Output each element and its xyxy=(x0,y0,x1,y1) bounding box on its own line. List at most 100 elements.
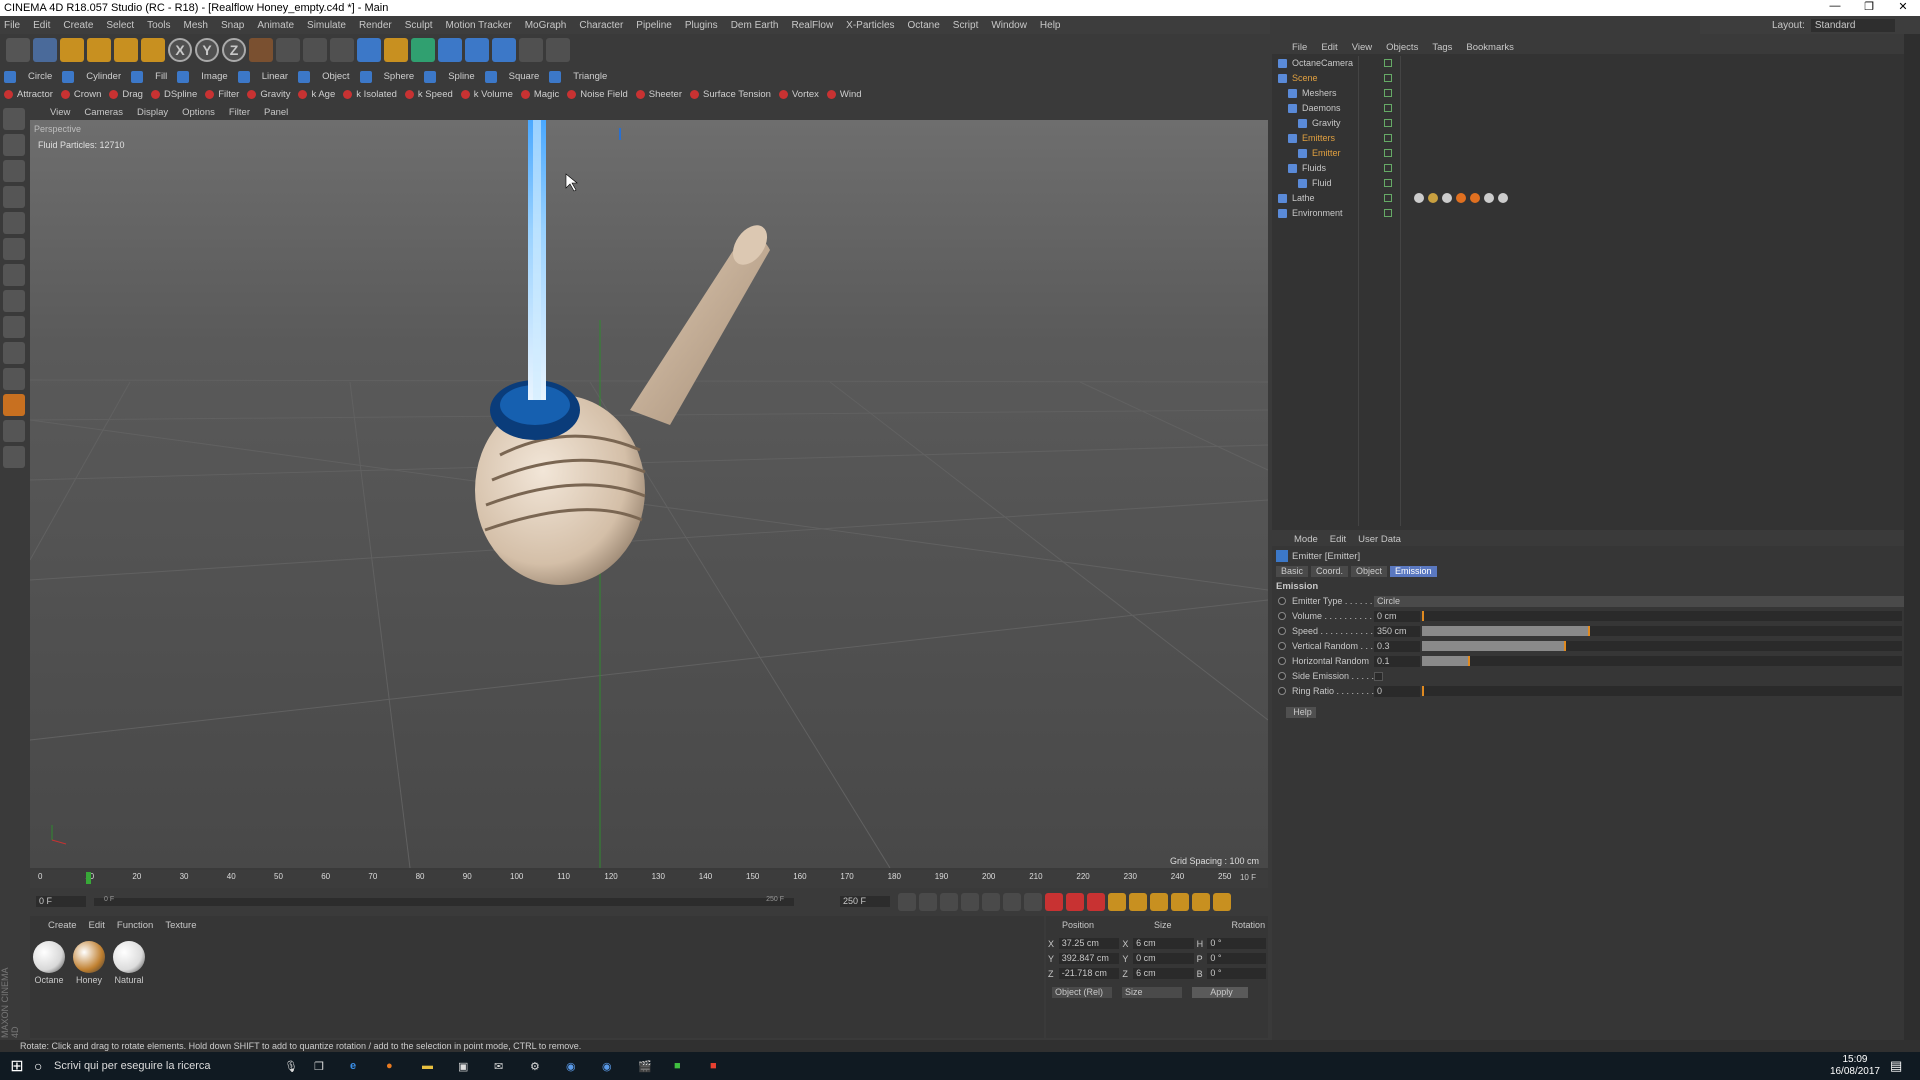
render-settings-tool-icon[interactable] xyxy=(330,38,354,62)
prev-key-icon[interactable] xyxy=(919,893,937,911)
object-row-meshers[interactable]: Meshers xyxy=(1288,86,1392,100)
playhead[interactable] xyxy=(86,872,91,884)
clock[interactable]: 15:09 16/08/2017 xyxy=(1830,1054,1880,1078)
task-view-icon[interactable]: ❐ xyxy=(314,1060,350,1073)
daemon-attractor-button[interactable]: Attractor xyxy=(4,89,53,100)
rotation-field[interactable]: 0 ° xyxy=(1207,953,1266,964)
daemon-wind-button[interactable]: Wind xyxy=(826,89,862,100)
menu-mograph[interactable]: MoGraph xyxy=(525,20,567,31)
object-row-environment[interactable]: Environment xyxy=(1278,206,1392,220)
render-view-tool-icon[interactable] xyxy=(276,38,300,62)
animate-radio[interactable] xyxy=(1278,672,1286,680)
size-field[interactable]: 6 cm xyxy=(1133,938,1194,949)
rotate-key-icon[interactable] xyxy=(1150,893,1168,911)
y-tool-icon[interactable]: Y xyxy=(195,38,219,62)
enabled-check-icon[interactable] xyxy=(1384,164,1392,172)
attr-value-field[interactable]: 0 xyxy=(1374,685,1420,697)
rotate2-tool-icon[interactable] xyxy=(141,38,165,62)
spline-image-button[interactable]: Image xyxy=(177,70,228,83)
prev-frame-icon[interactable] xyxy=(940,893,958,911)
edge-icon[interactable]: e xyxy=(350,1060,386,1072)
timeline-opts-icon[interactable] xyxy=(1213,893,1231,911)
deformer-tool-icon[interactable] xyxy=(465,38,489,62)
spline-sphere-button[interactable]: Sphere xyxy=(359,70,414,83)
pen-tool-icon[interactable] xyxy=(384,38,408,62)
left-tool-icon[interactable] xyxy=(3,160,25,182)
enabled-check-icon[interactable] xyxy=(1384,134,1392,142)
menu-dem-earth[interactable]: Dem Earth xyxy=(731,20,779,31)
emitter-type-dropdown[interactable]: Circle xyxy=(1374,595,1904,607)
enabled-check-icon[interactable] xyxy=(1384,209,1392,217)
attr-value-field[interactable]: 0 cm xyxy=(1374,610,1420,622)
menu-edit[interactable]: Edit xyxy=(33,20,50,31)
object-row-emitters[interactable]: Emitters xyxy=(1288,131,1392,145)
recorder-icon[interactable]: ■ xyxy=(710,1060,746,1072)
store-icon[interactable]: ▣ xyxy=(458,1060,494,1073)
tag-icon[interactable] xyxy=(1414,193,1424,203)
material-honey[interactable]: Honey xyxy=(72,941,106,985)
size-field[interactable]: 0 cm xyxy=(1133,953,1194,964)
play-icon[interactable] xyxy=(961,893,979,911)
cube-tool-icon[interactable] xyxy=(357,38,381,62)
menu-simulate[interactable]: Simulate xyxy=(307,20,346,31)
position-field[interactable]: 392.847 cm xyxy=(1058,953,1120,964)
spline-triangle-button[interactable]: Triangle xyxy=(549,70,607,83)
enabled-check-icon[interactable] xyxy=(1384,119,1392,127)
menu-tools[interactable]: Tools xyxy=(147,20,170,31)
left-tool-icon[interactable] xyxy=(3,134,25,156)
enabled-check-icon[interactable] xyxy=(1384,89,1392,97)
enabled-check-icon[interactable] xyxy=(1384,179,1392,187)
tag-icon[interactable] xyxy=(1484,193,1494,203)
scene-tool-icon[interactable] xyxy=(492,38,516,62)
frame-range-slider[interactable]: 0 F 250 F xyxy=(94,896,794,906)
attr-value-field[interactable]: 0.1 xyxy=(1374,655,1420,667)
daemon-drag-button[interactable]: Drag xyxy=(109,89,143,100)
left-tool-icon[interactable] xyxy=(3,368,25,390)
menu-plugins[interactable]: Plugins xyxy=(685,20,718,31)
attr-slider[interactable] xyxy=(1422,656,1902,666)
tag-icon[interactable] xyxy=(1456,193,1466,203)
spline-cylinder-button[interactable]: Cylinder xyxy=(62,70,121,83)
object-row-fluid[interactable]: Fluid xyxy=(1298,176,1392,190)
viewport-menu-display[interactable]: Display xyxy=(137,107,168,118)
x-tool-icon[interactable]: X xyxy=(168,38,192,62)
menu-select[interactable]: Select xyxy=(106,20,134,31)
move-key-icon[interactable] xyxy=(1108,893,1126,911)
firefox-icon[interactable]: ● xyxy=(386,1060,422,1072)
array-tool-icon[interactable] xyxy=(438,38,462,62)
object-row-octanecamera[interactable]: OctaneCamera xyxy=(1278,56,1392,70)
daemon-gravity-button[interactable]: Gravity xyxy=(247,89,290,100)
tag-icon[interactable] xyxy=(1428,193,1438,203)
material-menu-function[interactable]: Function xyxy=(117,920,153,931)
left-tool-icon[interactable] xyxy=(3,238,25,260)
subdiv-tool-icon[interactable] xyxy=(411,38,435,62)
spline-linear-button[interactable]: Linear xyxy=(237,70,288,83)
daemon-crown-button[interactable]: Crown xyxy=(60,89,101,100)
position-field[interactable]: 37.25 cm xyxy=(1058,938,1120,949)
scale-key-icon[interactable] xyxy=(1129,893,1147,911)
material-octane[interactable]: Octane xyxy=(32,941,66,985)
notification-icon[interactable]: ▤ xyxy=(1890,1058,1920,1074)
animate-radio[interactable] xyxy=(1278,657,1286,665)
select-tool-icon[interactable] xyxy=(33,38,57,62)
left-tool-icon[interactable] xyxy=(3,420,25,442)
tab-basic[interactable]: Basic xyxy=(1276,566,1309,577)
viewport-menu-options[interactable]: Options xyxy=(182,107,215,118)
start-icon[interactable]: ⊞ xyxy=(0,1056,34,1076)
tab-object[interactable]: Object xyxy=(1351,566,1388,577)
left-tool-icon[interactable] xyxy=(3,342,25,364)
coord-tool-icon[interactable] xyxy=(249,38,273,62)
viewport-menu-view[interactable]: View xyxy=(50,107,70,118)
settings-icon[interactable]: ⚙ xyxy=(530,1060,566,1073)
enabled-check-icon[interactable] xyxy=(1384,104,1392,112)
daemon-sheeter-button[interactable]: Sheeter xyxy=(635,89,682,100)
menu-character[interactable]: Character xyxy=(579,20,623,31)
object-row-lathe[interactable]: Lathe xyxy=(1278,191,1508,205)
object-menu-objects[interactable]: Objects xyxy=(1386,42,1418,53)
menu-snap[interactable]: Snap xyxy=(221,20,244,31)
coord-mode-dropdown[interactable]: Object (Rel) xyxy=(1052,987,1112,998)
left-tool-icon[interactable] xyxy=(3,394,25,416)
daemon-k-age-button[interactable]: k Age xyxy=(298,89,335,100)
scale-tool-icon[interactable] xyxy=(87,38,111,62)
object-row-fluids[interactable]: Fluids xyxy=(1288,161,1392,175)
